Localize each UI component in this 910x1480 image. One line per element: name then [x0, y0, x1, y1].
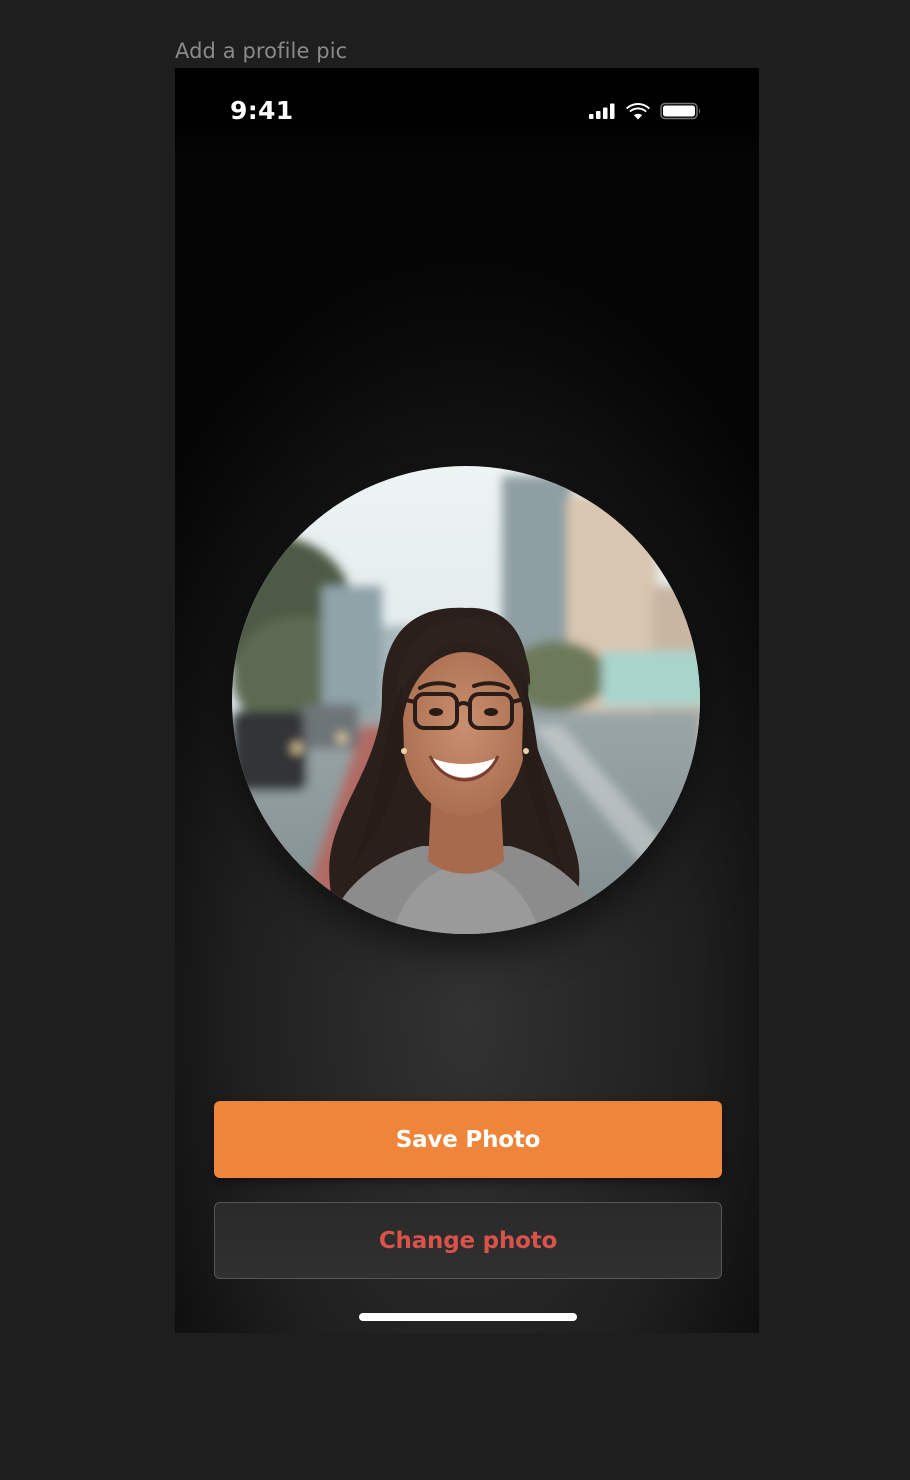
- status-bar: 9:41: [175, 68, 759, 158]
- status-time: 9:41: [230, 96, 294, 125]
- change-photo-button[interactable]: Change photo: [214, 1202, 722, 1279]
- frame-title: Add a profile pic: [175, 39, 348, 63]
- home-indicator[interactable]: [359, 1313, 577, 1321]
- status-icons: [589, 101, 702, 121]
- save-photo-button[interactable]: Save Photo: [214, 1101, 722, 1178]
- profile-photo-image: [232, 466, 700, 934]
- wifi-icon: [626, 103, 650, 120]
- battery-icon: [660, 102, 700, 120]
- cellular-signal-icon: [589, 103, 615, 119]
- phone-screen: 9:41 Save Photo Change photo: [175, 68, 759, 1333]
- profile-photo[interactable]: [232, 466, 700, 934]
